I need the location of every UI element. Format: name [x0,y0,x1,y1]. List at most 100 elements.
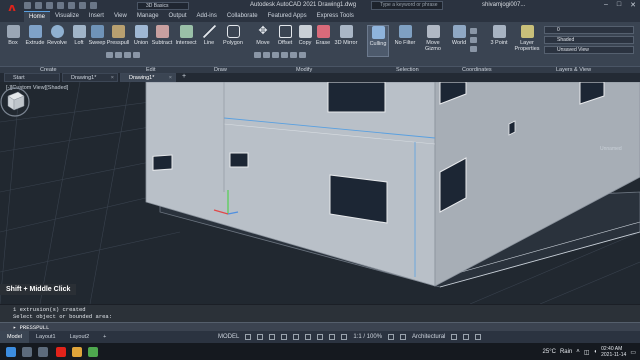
scale-icon[interactable] [263,52,270,58]
drawing-viewport[interactable]: [-][Custom View][Shaded] Unnamed Shift +… [0,82,640,304]
tab-featured-apps[interactable]: Featured Apps [263,11,312,22]
annotation-scale[interactable]: 1:1 / 100% [353,334,382,340]
layer-properties-button[interactable]: Layer Properties [514,25,540,52]
close-tab-icon[interactable]: × [169,75,172,81]
network-icon[interactable]: ◫ [584,349,590,356]
erase-button[interactable]: Erase [312,25,334,46]
move-gizmo-button[interactable]: Move Gizmo [420,25,446,52]
explode-icon[interactable] [299,52,306,58]
minimize-button[interactable]: – [604,1,608,9]
command-input[interactable]: ▸ PRESSPULL [0,322,640,331]
offset-button[interactable]: Offset [274,25,296,46]
customize-menu-icon[interactable] [475,334,482,340]
model-canvas[interactable] [0,82,640,304]
tab-manage[interactable]: Manage [132,11,164,22]
ortho-icon[interactable] [269,334,276,340]
separate-icon[interactable] [133,52,140,58]
undo-icon[interactable] [79,2,86,9]
world-ucs-button[interactable]: World [448,25,470,46]
isolate-icon[interactable] [451,334,458,340]
close-tab-icon[interactable]: × [111,75,114,81]
presspull-button[interactable]: Presspull [106,25,130,46]
annotation-visibility-icon[interactable] [341,334,348,340]
volume-icon[interactable]: ◖ [593,349,597,355]
save-icon[interactable] [46,2,53,9]
file-tab-drawing[interactable]: Drawing1* × [62,73,118,82]
weather-condition[interactable]: Rain [560,349,572,355]
front-wall[interactable] [145,82,436,287]
slice-icon[interactable] [106,52,113,58]
search-icon[interactable] [22,347,32,357]
new-tab-button[interactable]: + [178,73,190,82]
search-input[interactable]: Type a keyword or phrase [371,1,443,10]
fillet-icon[interactable] [281,52,288,58]
plot-icon[interactable] [68,2,75,9]
view-dropdown[interactable]: Unsaved View [544,46,634,54]
tab-visualize[interactable]: Visualize [50,11,84,22]
no-filter-button[interactable]: No Filter [392,25,418,46]
culling-button[interactable]: Culling [367,25,389,57]
trim-icon[interactable] [272,52,279,58]
user-account[interactable]: shivamjogi007... [482,2,525,8]
line-button[interactable]: Line [198,25,220,46]
snap-icon[interactable] [257,334,264,340]
browser-icon[interactable] [88,347,98,357]
task-view-icon[interactable] [38,347,48,357]
tab-home[interactable]: Home [24,11,51,22]
box-button[interactable]: Box [2,25,24,46]
close-button[interactable]: ✕ [630,1,636,9]
gizmo-toggle-icon[interactable] [329,334,336,340]
revolve-button[interactable]: Revolve [46,25,68,46]
tab-view[interactable]: View [109,11,132,22]
weather-temperature[interactable]: 25°C [543,349,556,355]
new-icon[interactable] [24,2,31,9]
ucs-name-label[interactable]: Unnamed [600,146,622,152]
start-icon[interactable] [6,347,16,357]
layout-tab-1[interactable]: Layout1 [29,334,63,340]
tab-output[interactable]: Output [164,11,192,22]
osnap-icon[interactable] [293,334,300,340]
file-tab-drawing-active[interactable]: Drawing1* × [120,73,176,82]
sweep-button[interactable]: Sweep [86,25,108,46]
fullscreen-icon[interactable] [463,334,470,340]
maximize-button[interactable]: □ [617,1,621,9]
workspace-switch[interactable]: Architectural [412,334,445,340]
viewcube[interactable] [0,82,30,122]
tab-express-tools[interactable]: Express Tools [312,11,359,22]
workspace-dropdown[interactable]: 3D Basics [137,2,189,10]
tab-collaborate[interactable]: Collaborate [222,11,263,22]
model-space-toggle[interactable]: MODEL [218,334,239,340]
3-point-ucs-button[interactable]: 3 Point [486,25,512,46]
imprint-icon[interactable] [124,52,131,58]
lineweight-icon[interactable] [305,334,312,340]
ucs-z-icon[interactable] [470,46,477,52]
intersect-button[interactable]: Intersect [174,25,198,46]
union-button[interactable]: Union [130,25,152,46]
clock[interactable]: 02:40 AM 2021-11-14 [601,346,626,358]
polar-icon[interactable] [281,334,288,340]
tray-arrow-icon[interactable]: ˄ [576,349,580,355]
save-as-icon[interactable] [57,2,64,9]
layer-dropdown[interactable]: 0 [544,26,634,34]
layout-tab-2[interactable]: Layout2 [63,334,97,340]
file-tab-start[interactable]: Start [4,73,60,82]
rotate-icon[interactable] [254,52,261,58]
move-button[interactable]: ✥ Move [252,25,274,46]
add-layout-button[interactable]: + [96,334,113,340]
layout-tab-model[interactable]: Model [0,331,29,343]
selection-cycling-icon[interactable] [317,334,324,340]
plus-icon[interactable] [400,334,407,340]
thicken-icon[interactable] [115,52,122,58]
extrude-button[interactable]: Extrude [24,25,46,46]
autocad-taskbar-icon[interactable] [56,347,66,357]
redo-icon[interactable] [90,2,97,9]
file-explorer-icon[interactable] [72,347,82,357]
open-icon[interactable] [35,2,42,9]
settings-gear-icon[interactable] [388,334,395,340]
tab-add-ins[interactable]: Add-ins [192,11,222,22]
notifications-icon[interactable]: ▭ [630,349,636,356]
grid-icon[interactable] [245,334,252,340]
polygon-button[interactable]: Polygon [220,25,246,46]
ucs-x-icon[interactable] [470,37,477,43]
subtract-button[interactable]: Subtract [150,25,174,46]
